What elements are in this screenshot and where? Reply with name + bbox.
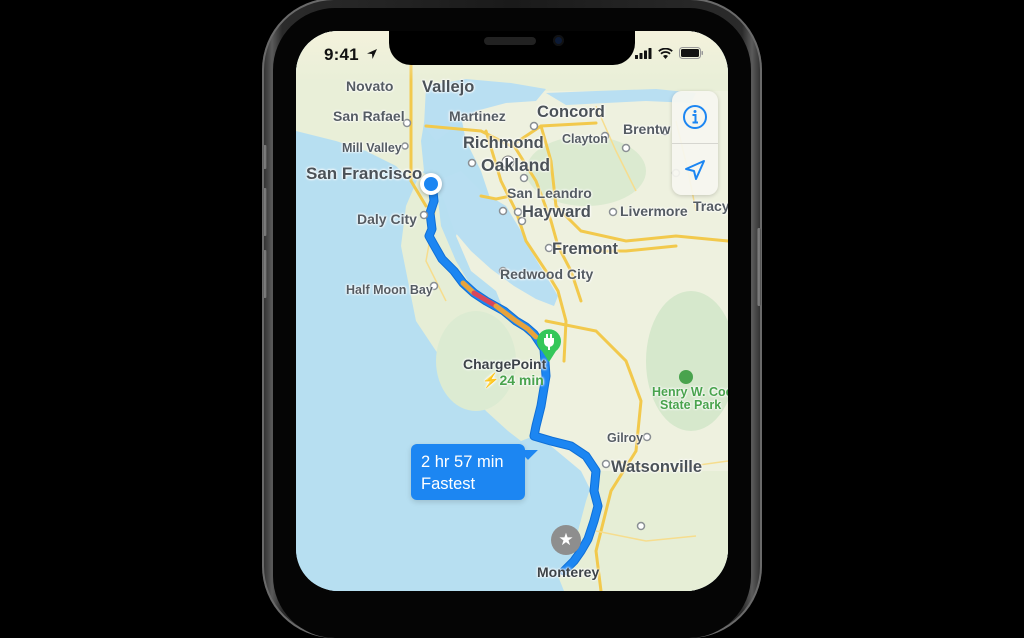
map-label-hayward: Hayward: [522, 203, 591, 221]
destination-pin[interactable]: ★: [551, 525, 581, 555]
volume-down-button: [263, 250, 267, 298]
map-label-monterey: Monterey: [537, 564, 600, 580]
lightning-bolt-icon: ⚡: [482, 372, 500, 388]
current-location-dot[interactable]: [420, 173, 442, 195]
ev-charger-pin[interactable]: [535, 327, 563, 363]
info-button[interactable]: [672, 91, 718, 142]
map-label-novato: Novato: [346, 78, 394, 94]
map-label-redwood-city: Redwood City: [500, 266, 594, 282]
notch: [389, 31, 635, 65]
map-label-brentwood: Brentw: [623, 121, 671, 137]
wifi-icon: [658, 47, 673, 59]
front-camera: [553, 35, 564, 46]
map-controls: [672, 91, 718, 195]
cellular-signal-icon: [635, 47, 652, 59]
route-duration: 2 hr 57 min: [421, 453, 504, 471]
battery-icon: [679, 47, 703, 59]
map-label-gilroy: Gilroy: [607, 431, 644, 445]
side-button: [757, 228, 761, 306]
info-icon: [683, 104, 707, 129]
map-label-san-leandro: San Leandro: [507, 185, 592, 201]
mute-switch: [263, 145, 267, 169]
map-label-tracy: Tracy: [693, 198, 728, 214]
map-label-daly-city: Daly City: [357, 211, 417, 227]
route-type-label: Fastest: [421, 475, 476, 493]
route-eta-callout[interactable]: 2 hr 57 min Fastest: [411, 440, 538, 500]
star-icon: ★: [558, 530, 574, 549]
status-indicators: [635, 47, 704, 59]
map-label-richmond: Richmond: [463, 134, 544, 152]
map-label-henry-coe-2: State Park: [660, 398, 722, 412]
map-label-san-rafael: San Rafael: [333, 108, 405, 124]
ev-charger-icon: [537, 329, 561, 362]
map-label-vallejo: Vallejo: [422, 78, 475, 96]
map-label-martinez: Martinez: [449, 108, 506, 124]
map-label-watsonville: Watsonville: [611, 458, 703, 476]
location-tracking-icon: [685, 159, 705, 180]
map-label-fremont: Fremont: [552, 240, 618, 258]
tracking-button[interactable]: [672, 144, 718, 195]
earpiece-speaker: [484, 37, 536, 45]
charge-time-label: ⚡24 min: [482, 372, 544, 389]
charge-time-text: 24 min: [499, 372, 544, 388]
map-label-chargepoint: ChargePoint: [463, 356, 547, 372]
map-label-clayton: Clayton: [562, 132, 608, 146]
map-label-henry-coe-1: Henry W. Coe: [652, 385, 728, 399]
map-label-san-francisco: San Francisco: [306, 164, 423, 183]
park-icon: [679, 370, 693, 384]
map-label-concord: Concord: [537, 103, 605, 121]
map-label-livermore: Livermore: [620, 203, 688, 219]
location-arrow-icon: [366, 49, 377, 59]
map-label-half-moon-bay: Half Moon Bay: [346, 283, 433, 297]
maps-screen: Novato Vallejo San Rafael Martinez Conco…: [296, 31, 728, 591]
volume-up-button: [263, 188, 267, 236]
status-time: 9:41: [324, 45, 378, 65]
map-label-mill-valley: Mill Valley: [342, 141, 402, 155]
clock-text: 9:41: [324, 45, 359, 64]
map-label-oakland: Oakland: [481, 155, 551, 175]
